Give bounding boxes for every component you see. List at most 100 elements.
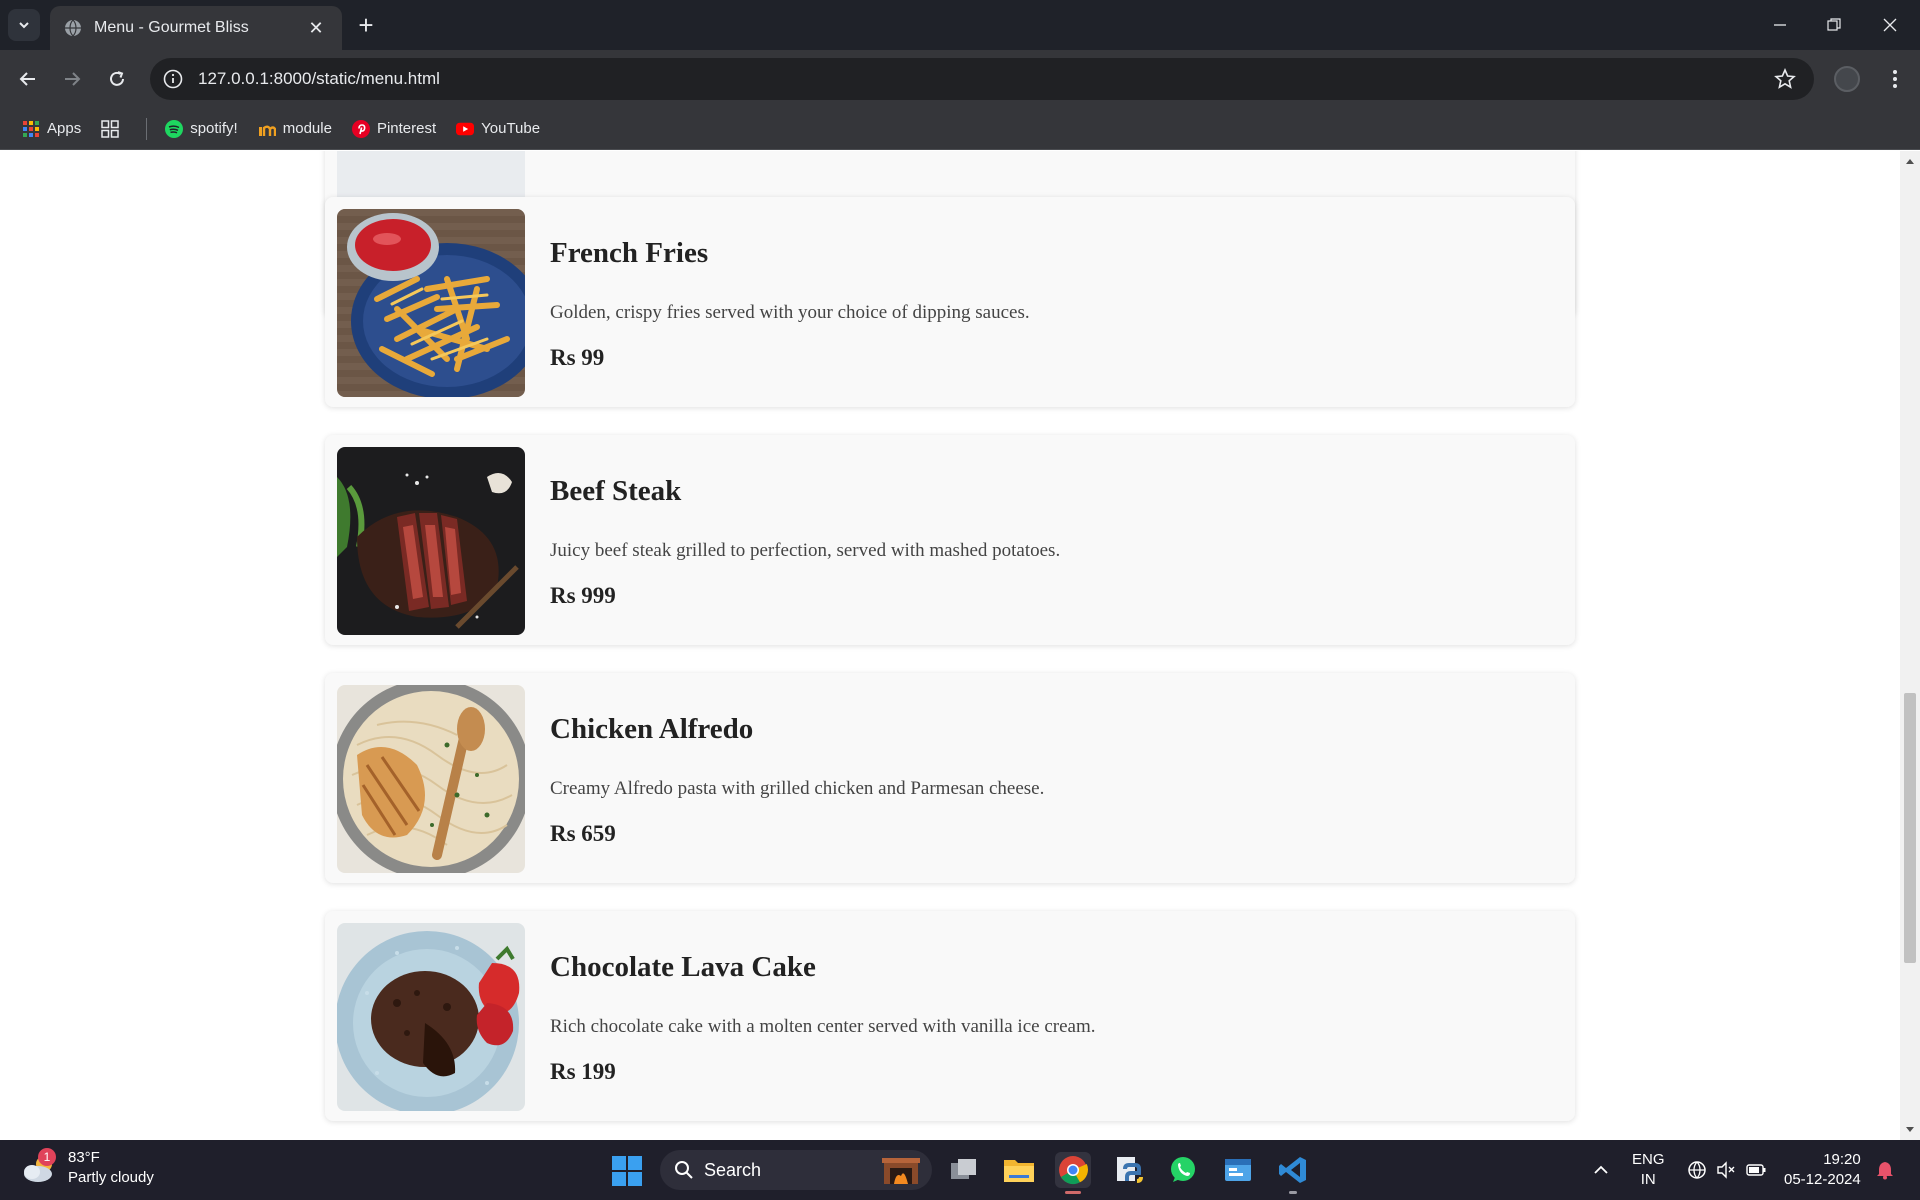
browser-tab-active[interactable]: Menu - Gourmet Bliss ✕ — [50, 6, 342, 50]
vscode-button[interactable] — [1275, 1152, 1311, 1194]
youtube-icon — [456, 120, 475, 138]
menu-item-price: Rs 99 — [550, 345, 605, 370]
running-app-indicator — [1289, 1191, 1297, 1194]
module-icon — [258, 120, 276, 138]
browser-toolbar: 127.0.0.1:8000/static/menu.html — [0, 50, 1920, 108]
spotify-icon — [165, 119, 184, 138]
show-hidden-icons-chevron-icon[interactable] — [1591, 1160, 1611, 1180]
forward-button[interactable] — [56, 63, 88, 95]
scroll-up-arrow-icon[interactable] — [1905, 157, 1915, 167]
tab-search-button[interactable] — [8, 9, 40, 41]
chocolate-lava-cake-image — [337, 923, 525, 1111]
bookmark-label: YouTube — [481, 120, 541, 137]
language-code: ENG — [1632, 1151, 1665, 1168]
windows-start-icon[interactable] — [612, 1156, 642, 1186]
restore-button[interactable] — [1806, 0, 1862, 50]
bookmark-star-icon[interactable] — [1774, 68, 1796, 90]
arrow-left-icon — [19, 72, 35, 86]
task-view-icon — [951, 1159, 976, 1179]
bookmark-youtube[interactable]: YouTube — [456, 120, 540, 138]
close-tab-icon[interactable]: ✕ — [304, 16, 328, 40]
reload-button[interactable] — [101, 63, 133, 95]
bookmark-apps[interactable]: Apps — [22, 120, 81, 138]
chicken-alfredo-image — [337, 685, 525, 873]
weather-alert-badge: 1 — [38, 1148, 56, 1166]
close-icon — [1883, 18, 1897, 32]
app-window-icon — [1225, 1159, 1251, 1181]
menu-item-name: Chicken Alfredo — [550, 713, 754, 745]
more-vertical-icon — [1893, 70, 1897, 88]
minimize-icon — [1774, 24, 1786, 26]
search-highlight-fireplace-icon — [882, 1158, 920, 1184]
globe-icon — [65, 19, 81, 37]
clock-time: 19:20 — [1823, 1151, 1861, 1168]
tab-groups-icon — [101, 119, 119, 138]
menu-card: Chocolate Lava Cake Rich chocolate cake … — [325, 911, 1575, 1121]
close-window-button[interactable] — [1862, 0, 1918, 50]
active-app-indicator — [1065, 1191, 1081, 1194]
page-scrollbar[interactable] — [1900, 151, 1920, 1140]
whatsapp-icon — [1171, 1157, 1195, 1182]
apps-grid-icon — [22, 120, 40, 138]
bookmark-label: module — [282, 120, 332, 137]
chrome-icon — [1059, 1156, 1088, 1185]
python-idle-button[interactable] — [1110, 1152, 1146, 1188]
minimize-button[interactable] — [1752, 0, 1808, 50]
task-view-button[interactable] — [946, 1152, 982, 1188]
battery-icon[interactable] — [1746, 1160, 1766, 1180]
notification-bell-icon[interactable] — [1875, 1160, 1895, 1180]
address-bar[interactable]: 127.0.0.1:8000/static/menu.html — [150, 58, 1814, 100]
weather-description: Partly cloudy — [68, 1169, 154, 1186]
partly-cloudy-icon: 1 — [20, 1148, 60, 1188]
weather-widget[interactable]: 1 83°F Partly cloudy — [20, 1148, 154, 1188]
input-language-indicator[interactable]: ENG IN — [1632, 1140, 1665, 1200]
menu-item-name: French Fries — [550, 237, 709, 269]
beef-steak-image — [337, 447, 525, 635]
scrollbar-thumb[interactable] — [1904, 693, 1916, 963]
menu-item-description: Golden, crispy fries served with your ch… — [550, 302, 1030, 323]
bookmark-label: Apps — [47, 120, 82, 137]
menu-item-description: Rich chocolate cake with a molten center… — [550, 1016, 1096, 1037]
menu-item-price: Rs 199 — [550, 1059, 616, 1084]
page-viewport: French Fries Golden, crispy fries served… — [0, 151, 1900, 1140]
bookmark-separator — [146, 117, 148, 140]
french-fries-image — [337, 209, 525, 397]
site-info-icon[interactable] — [162, 68, 184, 90]
restore-icon — [1827, 18, 1841, 31]
app-window-button[interactable] — [1220, 1152, 1256, 1188]
menu-item-price: Rs 999 — [550, 583, 616, 608]
browser-menu-button[interactable] — [1880, 64, 1910, 94]
browser-tab-bar: Menu - Gourmet Bliss ✕ + — [0, 0, 1920, 50]
scroll-down-arrow-icon[interactable] — [1905, 1124, 1915, 1134]
menu-item-price: Rs 659 — [550, 821, 616, 846]
new-tab-button[interactable]: + — [352, 12, 380, 40]
menu-item-name: Beef Steak — [550, 475, 682, 507]
menu-item-description: Creamy Alfredo pasta with grilled chicke… — [550, 778, 1045, 799]
bookmark-spotify[interactable]: spotify! — [165, 119, 238, 138]
network-globe-icon[interactable] — [1687, 1160, 1707, 1180]
bookmark-tab-groups[interactable] — [101, 119, 126, 138]
whatsapp-button[interactable] — [1165, 1152, 1201, 1188]
chrome-button[interactable] — [1055, 1152, 1091, 1194]
region-code: IN — [1640, 1171, 1656, 1188]
pinterest-icon — [351, 119, 370, 138]
bookmarks-bar: Apps spotify! module Pinterest YouTube — [0, 108, 1920, 150]
menu-item-description: Juicy beef steak grilled to perfection, … — [550, 540, 1061, 561]
bookmark-module[interactable]: module — [258, 120, 332, 138]
menu-card: Beef Steak Juicy beef steak grilled to p… — [325, 435, 1575, 645]
taskbar-search-box[interactable]: Search — [660, 1150, 932, 1190]
profile-avatar[interactable] — [1834, 66, 1860, 92]
bookmark-pinterest[interactable]: Pinterest — [351, 119, 436, 138]
file-explorer-button[interactable] — [1001, 1152, 1037, 1188]
weather-temperature: 83°F — [68, 1149, 100, 1166]
arrow-right-icon — [65, 72, 81, 86]
search-icon — [675, 1161, 693, 1179]
reload-icon — [110, 71, 124, 86]
vscode-icon — [1279, 1157, 1306, 1183]
volume-muted-icon[interactable] — [1716, 1160, 1736, 1180]
python-file-icon — [1117, 1157, 1143, 1183]
taskbar-clock[interactable]: 19:20 05-12-2024 — [1784, 1140, 1861, 1200]
back-button[interactable] — [12, 63, 44, 95]
folder-icon — [1004, 1160, 1034, 1182]
clock-date: 05-12-2024 — [1784, 1171, 1861, 1188]
